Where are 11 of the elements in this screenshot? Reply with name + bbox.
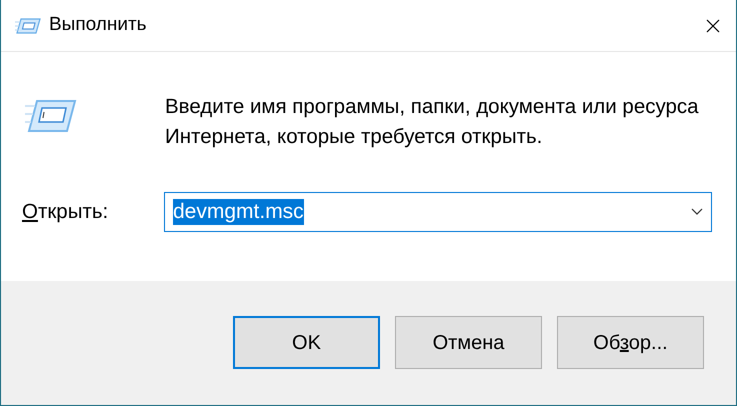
window-title: Выполнить xyxy=(49,13,147,38)
dialog-button[interactable]: Отмена xyxy=(395,316,542,369)
command-combobox[interactable]: devmgmt.msc xyxy=(164,192,712,232)
command-text: devmgmt.msc xyxy=(173,199,304,225)
run-icon xyxy=(25,98,77,134)
run-icon xyxy=(15,16,41,34)
open-label: Открыть: xyxy=(22,198,110,225)
description-text: Введите имя программы, папки, документа или ресурса Интернета, которые требуется открыть. xyxy=(165,94,700,150)
dialog-button[interactable]: Обзор... xyxy=(557,316,704,369)
dialog-button[interactable]: OK xyxy=(233,316,380,369)
close-icon xyxy=(706,18,720,32)
